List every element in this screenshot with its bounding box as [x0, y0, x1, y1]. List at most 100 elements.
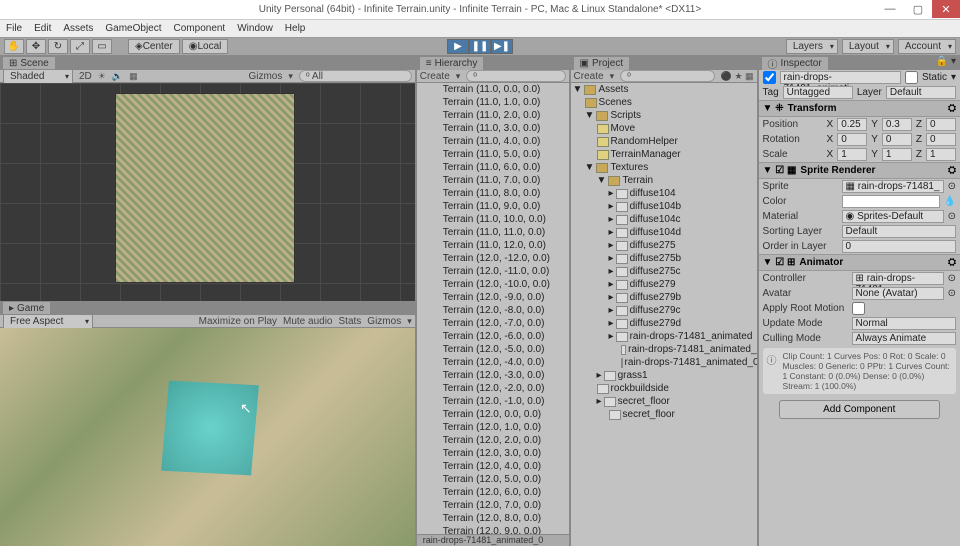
hierarchy-create[interactable]: Create	[420, 71, 450, 82]
rect-tool[interactable]: ▭	[92, 39, 112, 54]
hierarchy-item[interactable]: Terrain (12.0, -4.0, 0.0)	[417, 356, 569, 369]
hierarchy-item[interactable]: Terrain (11.0, 11.0, 0.0)	[417, 226, 569, 239]
scene-2d-toggle[interactable]: 2D	[79, 71, 92, 82]
hierarchy-item[interactable]: Terrain (12.0, -12.0, 0.0)	[417, 252, 569, 265]
cullmode-field[interactable]: Always Animate	[852, 332, 956, 345]
project-item[interactable]: Move	[571, 122, 757, 135]
scale-tool[interactable]: ⤢	[70, 39, 90, 54]
project-item[interactable]: ▸ diffuse279b	[571, 291, 757, 304]
pos-x[interactable]: 0.25	[837, 118, 867, 131]
hierarchy-item[interactable]: Terrain (11.0, 6.0, 0.0)	[417, 161, 569, 174]
minimize-button[interactable]: —	[876, 0, 904, 18]
menu-help[interactable]: Help	[285, 23, 306, 34]
close-button[interactable]: ✕	[932, 0, 960, 18]
project-item[interactable]: RandomHelper	[571, 135, 757, 148]
avatar-field[interactable]: None (Avatar)	[852, 287, 944, 300]
hand-tool[interactable]: ✋	[4, 39, 24, 54]
rot-x[interactable]: 0	[837, 133, 867, 146]
project-item[interactable]: rockbuildside	[571, 382, 757, 395]
controller-field[interactable]: ⊞ rain-drops-71481_	[852, 272, 944, 285]
updatemode-field[interactable]: Normal	[852, 317, 956, 330]
hierarchy-item[interactable]: Terrain (12.0, -9.0, 0.0)	[417, 291, 569, 304]
add-component-button[interactable]: Add Component	[779, 400, 940, 419]
project-item[interactable]: ▼ Textures	[571, 161, 757, 174]
hierarchy-item[interactable]: Terrain (12.0, -11.0, 0.0)	[417, 265, 569, 278]
project-item[interactable]: ▸ diffuse279c	[571, 304, 757, 317]
project-tab[interactable]: ▣ Project	[573, 56, 631, 70]
maximize-button[interactable]: ▢	[904, 0, 932, 18]
hierarchy-item[interactable]: Terrain (12.0, 9.0, 0.0)	[417, 525, 569, 534]
layout-dropdown[interactable]: Layout	[842, 39, 894, 54]
menu-gameobject[interactable]: GameObject	[105, 23, 161, 34]
project-item[interactable]: ▸ diffuse104	[571, 187, 757, 200]
hierarchy-item[interactable]: Terrain (12.0, 0.0, 0.0)	[417, 408, 569, 421]
game-stats[interactable]: Stats	[339, 316, 362, 327]
rotate-tool[interactable]: ↻	[48, 39, 68, 54]
scale-y[interactable]: 1	[882, 148, 912, 161]
scene-gizmos[interactable]: Gizmos	[248, 71, 282, 82]
tag-dropdown[interactable]: Untagged	[783, 86, 853, 99]
menu-file[interactable]: File	[6, 23, 22, 34]
hierarchy-item[interactable]: Terrain (11.0, 7.0, 0.0)	[417, 174, 569, 187]
pos-y[interactable]: 0.3	[882, 118, 912, 131]
menu-assets[interactable]: Assets	[63, 23, 93, 34]
hierarchy-item[interactable]: Terrain (12.0, 4.0, 0.0)	[417, 460, 569, 473]
rot-z[interactable]: 0	[926, 133, 956, 146]
hierarchy-item[interactable]: Terrain (12.0, -8.0, 0.0)	[417, 304, 569, 317]
menu-edit[interactable]: Edit	[34, 23, 51, 34]
rot-y[interactable]: 0	[882, 133, 912, 146]
game-gizmos[interactable]: Gizmos	[367, 316, 401, 327]
project-create[interactable]: Create	[574, 71, 604, 82]
pivot-local[interactable]: ◉ Local	[182, 39, 229, 54]
project-item[interactable]: ▸ diffuse279	[571, 278, 757, 291]
scale-z[interactable]: 1	[926, 148, 956, 161]
hierarchy-item[interactable]: Terrain (11.0, 4.0, 0.0)	[417, 135, 569, 148]
sortlayer-field[interactable]: Default	[842, 225, 956, 238]
play-button[interactable]: ▶	[447, 39, 469, 54]
object-enabled[interactable]	[763, 71, 776, 84]
game-aspect[interactable]: Free Aspect	[3, 314, 93, 329]
menu-component[interactable]: Component	[174, 23, 226, 34]
pos-z[interactable]: 0	[926, 118, 956, 131]
scene-view[interactable]	[0, 83, 415, 301]
hierarchy-item[interactable]: Terrain (12.0, 1.0, 0.0)	[417, 421, 569, 434]
hierarchy-item[interactable]: Terrain (12.0, -7.0, 0.0)	[417, 317, 569, 330]
project-item[interactable]: ▸ rain-drops-71481_animated	[571, 330, 757, 343]
hierarchy-item[interactable]: Terrain (11.0, 1.0, 0.0)	[417, 96, 569, 109]
hierarchy-item[interactable]: Terrain (11.0, 5.0, 0.0)	[417, 148, 569, 161]
animator-header[interactable]: ▼ ☑ ⊞ Animator⛭	[759, 254, 960, 271]
hierarchy-item[interactable]: Terrain (12.0, -2.0, 0.0)	[417, 382, 569, 395]
pivot-center[interactable]: ◈ Center	[128, 39, 180, 54]
hierarchy-item[interactable]: Terrain (12.0, 2.0, 0.0)	[417, 434, 569, 447]
order-field[interactable]: 0	[842, 240, 956, 253]
hierarchy-tab[interactable]: ≡ Hierarchy	[419, 56, 485, 70]
menu-window[interactable]: Window	[237, 23, 273, 34]
project-item[interactable]: ▸ diffuse104b	[571, 200, 757, 213]
hierarchy-item[interactable]: Terrain (12.0, 7.0, 0.0)	[417, 499, 569, 512]
project-item[interactable]: ▸ diffuse104d	[571, 226, 757, 239]
hierarchy-item[interactable]: Terrain (11.0, 10.0, 0.0)	[417, 213, 569, 226]
hierarchy-item[interactable]: Terrain (12.0, -5.0, 0.0)	[417, 343, 569, 356]
scene-light-toggle[interactable]: ☀	[98, 71, 106, 82]
account-dropdown[interactable]: Account	[898, 39, 956, 54]
layers-dropdown[interactable]: Layers	[786, 39, 838, 54]
hierarchy-item[interactable]: Terrain (11.0, 3.0, 0.0)	[417, 122, 569, 135]
layer-dropdown[interactable]: Default	[886, 86, 956, 99]
hierarchy-search[interactable]: ᵒ	[466, 70, 565, 82]
project-search[interactable]: ᵒ	[620, 70, 715, 82]
project-item[interactable]: Scenes	[571, 96, 757, 109]
project-item[interactable]: ▸ grass1	[571, 369, 757, 382]
transform-header[interactable]: ▼ ⁜ Transform⛭	[759, 100, 960, 117]
project-item[interactable]: secret_floor	[571, 408, 757, 421]
hierarchy-item[interactable]: Terrain (12.0, -6.0, 0.0)	[417, 330, 569, 343]
spriterenderer-header[interactable]: ▼ ☑ ▦ Sprite Renderer⛭	[759, 162, 960, 179]
rootmotion-checkbox[interactable]	[852, 302, 865, 315]
project-item[interactable]: ▸ diffuse279d	[571, 317, 757, 330]
project-item[interactable]: TerrainManager	[571, 148, 757, 161]
game-mute[interactable]: Mute audio	[283, 316, 332, 327]
scene-search[interactable]: ᵒ All	[299, 70, 412, 82]
project-item[interactable]: ▸ diffuse275	[571, 239, 757, 252]
project-item[interactable]: ▼ Scripts	[571, 109, 757, 122]
scene-fx-toggle[interactable]: ▦	[129, 71, 138, 82]
hierarchy-item[interactable]: Terrain (11.0, 2.0, 0.0)	[417, 109, 569, 122]
